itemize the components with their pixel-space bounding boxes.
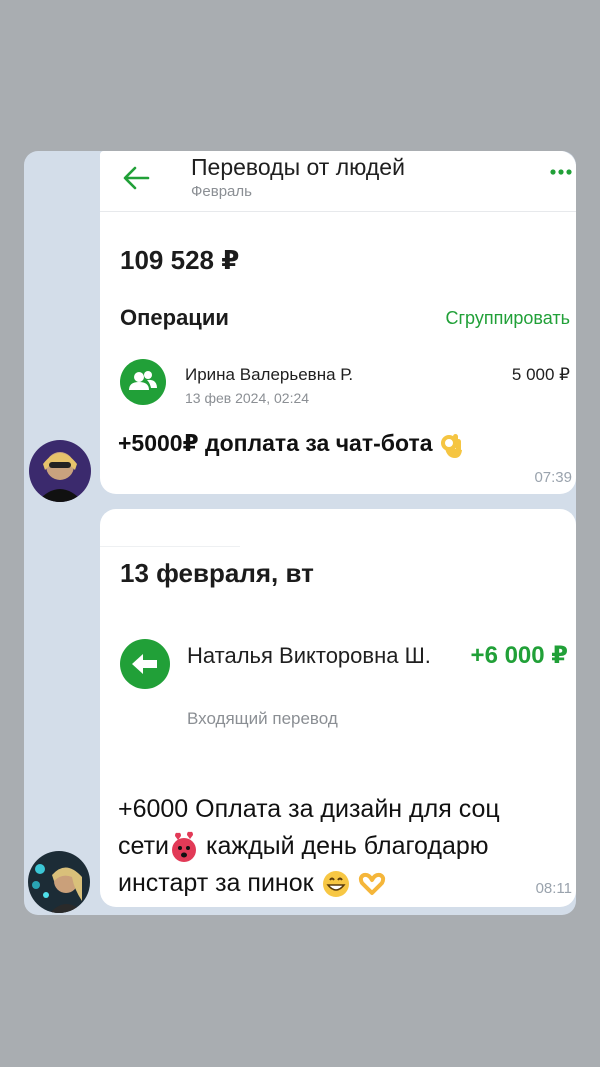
transaction-date: 13 фев 2024, 02:24 xyxy=(185,390,310,406)
page-subtitle: Февраль xyxy=(191,183,252,200)
message-2-line-1: +6000 Оплата за дизайн для соц xyxy=(118,795,500,823)
message-bubble-2[interactable]: 13 февраля, вт Наталья Викторовна Ш. +6 … xyxy=(100,509,576,907)
page-title: Переводы от людей xyxy=(191,154,405,180)
message-time-1: 07:39 xyxy=(534,469,572,486)
ok-hand-emoji-icon xyxy=(440,434,462,458)
incoming-amount: +6 000 ₽ xyxy=(470,642,568,669)
message-2-line-3-text: инстарт за пинок xyxy=(118,869,314,897)
transaction-amount: 5 000 ₽ xyxy=(511,365,570,384)
incoming-arrow-icon xyxy=(120,639,170,689)
message-time-2: 08:11 xyxy=(535,880,572,897)
message-bubble-1[interactable]: Переводы от людей Февраль 109 528 ₽ Опер… xyxy=(100,151,576,494)
operations-heading: Операции xyxy=(120,305,229,330)
face-with-hearts-emoji-icon xyxy=(172,832,196,863)
date-header: 13 февраля, вт xyxy=(120,558,314,588)
divider xyxy=(100,546,240,547)
app-header: Переводы от людей Февраль xyxy=(100,151,576,212)
back-arrow-icon[interactable] xyxy=(122,165,150,191)
message-1-body: +5000₽ доплата за чат-бота xyxy=(118,430,433,457)
grinning-face-emoji-icon xyxy=(322,871,349,898)
message-2-line-2b: каждый день благодарю xyxy=(205,832,489,860)
total-amount: 109 528 ₽ xyxy=(120,245,240,275)
group-button[interactable]: Сгруппировать xyxy=(445,308,570,329)
transfer-type: Входящий перевод xyxy=(187,709,338,728)
avatar-sender-1[interactable] xyxy=(29,440,91,502)
message-2-line-2: сети каждый день благодарю xyxy=(118,828,568,865)
transaction-name: Ирина Валерьевна Р. xyxy=(185,365,354,384)
sender-name: Наталья Викторовна Ш. xyxy=(187,643,431,668)
message-text-2: +6000 Оплата за дизайн для соц сети кажд… xyxy=(118,791,568,902)
more-options-icon[interactable] xyxy=(550,165,572,179)
heart-hands-emoji-icon xyxy=(359,873,386,896)
chat-card: Переводы от людей Февраль 109 528 ₽ Опер… xyxy=(24,151,576,915)
people-icon xyxy=(120,359,166,405)
message-2-line-2a: сети xyxy=(118,832,169,860)
message-text-1: +5000₽ доплата за чат-бота xyxy=(118,430,465,460)
avatar-sender-2[interactable] xyxy=(28,851,90,913)
message-2-line-3: инстарт за пинок xyxy=(118,865,568,902)
